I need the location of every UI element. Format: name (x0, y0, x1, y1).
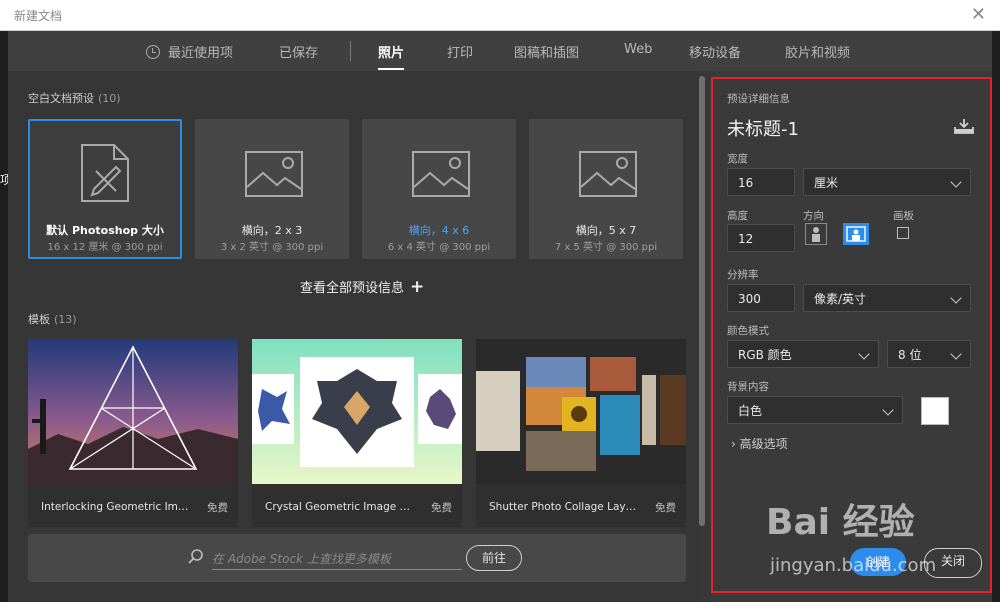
width-input[interactable]: 16 (727, 168, 795, 196)
category-tabs: 最近使用项 已保存 照片 打印 图稿和插图 Web 移动设备 胶片和视频 (8, 31, 992, 71)
image-placeholder-icon (412, 151, 470, 197)
chevron-right-icon: › (731, 437, 736, 451)
preset-name: 横向，4 x 6 (408, 224, 470, 237)
window-titlebar: 新建文档 ✕ (0, 0, 1000, 31)
create-button[interactable]: 创建 (850, 548, 906, 576)
background-contents-label: 背景内容 (727, 381, 769, 393)
preset-landscape-2x3[interactable]: 横向，2 x 3 3 x 2 英寸 @ 300 ppi (195, 119, 349, 259)
preset-name: 横向，5 x 7 (575, 224, 637, 237)
template-thumbnail (476, 339, 686, 484)
width-label: 宽度 (727, 153, 748, 165)
template-card-interlocking[interactable]: Interlocking Geometric Image M... 免费 (28, 339, 238, 527)
chevron-down-icon (858, 348, 870, 360)
unit-select-value: 厘米 (814, 176, 839, 190)
document-name-input[interactable]: 未标题-1 (727, 115, 799, 141)
tab-film-video[interactable]: 胶片和视频 (785, 42, 850, 61)
go-button[interactable]: 前往 (466, 545, 522, 571)
unit-select[interactable]: 厘米 (803, 168, 971, 196)
background-window-strip-right (992, 31, 1000, 602)
template-price: 免费 (431, 502, 452, 514)
close-icon[interactable]: ✕ (971, 4, 986, 25)
template-thumbnail (252, 339, 462, 484)
template-price: 免费 (207, 502, 228, 514)
preset-size: 6 x 4 英寸 @ 300 ppi (387, 242, 491, 253)
clock-icon (146, 45, 160, 59)
tab-web[interactable]: Web (624, 42, 652, 57)
landscape-icon (846, 226, 866, 242)
preset-name: 默认 Photoshop 大小 (46, 224, 164, 237)
preset-size: 3 x 2 英寸 @ 300 ppi (220, 242, 324, 253)
bit-depth-select[interactable]: 8 位 (887, 340, 971, 368)
tab-separator (350, 41, 351, 61)
color-mode-value: RGB 颜色 (738, 348, 792, 362)
preset-landscape-4x6[interactable]: 横向，4 x 6 6 x 4 英寸 @ 300 ppi (362, 119, 516, 259)
bit-depth-value: 8 位 (898, 348, 922, 362)
blank-presets-heading: 空白文档预设 (10) (28, 92, 121, 105)
color-mode-label: 颜色模式 (727, 325, 769, 337)
preset-landscape-5x7[interactable]: 横向，5 x 7 7 x 5 英寸 @ 300 ppi (529, 119, 683, 259)
template-card-shutter[interactable]: Shutter Photo Collage Layouts 免费 (476, 339, 686, 527)
tab-photo[interactable]: 照片 (378, 42, 405, 70)
close-button[interactable]: 关闭 (924, 548, 982, 578)
tab-print[interactable]: 打印 (447, 42, 473, 61)
new-document-dialog: 最近使用项 已保存 照片 打印 图稿和插图 Web 移动设备 胶片和视频 空白文… (8, 31, 992, 602)
adobe-stock-search-bar: 在 Adobe Stock 上查找更多模板 前往 (28, 534, 686, 582)
resolution-label: 分辨率 (727, 269, 759, 281)
background-contents-value: 白色 (738, 404, 763, 418)
template-card-crystal[interactable]: Crystal Geometric Image Masks 免费 (252, 339, 462, 527)
chevron-down-icon (950, 292, 962, 304)
chevron-down-icon (882, 404, 894, 416)
preset-details-heading: 预设详细信息 (727, 93, 790, 105)
tab-recent-label: 最近使用项 (168, 46, 234, 61)
tab-art-illustration[interactable]: 图稿和插图 (514, 42, 579, 61)
background-window-strip: 项 (0, 31, 12, 602)
templates-heading: 模板 (13) (28, 313, 77, 326)
resolution-input[interactable]: 300 (727, 284, 795, 312)
advanced-options-label: 高级选项 (739, 437, 788, 451)
template-price: 免费 (655, 502, 676, 514)
preset-default-photoshop[interactable]: 默认 Photoshop 大小 16 x 12 厘米 @ 300 ppi (28, 119, 182, 259)
height-input[interactable]: 12 (727, 224, 795, 252)
tab-saved[interactable]: 已保存 (279, 42, 318, 61)
color-mode-select[interactable]: RGB 颜色 (727, 340, 879, 368)
height-label: 高度 (727, 210, 748, 222)
document-pencil-icon (81, 144, 129, 202)
template-name: Shutter Photo Collage Layouts (489, 501, 639, 513)
orientation-label: 方向 (803, 210, 824, 222)
search-icon (188, 549, 203, 564)
view-all-presets-link[interactable]: 查看全部预设信息 + (300, 277, 424, 297)
tab-mobile[interactable]: 移动设备 (689, 42, 741, 61)
presets-pane: 空白文档预设 (10) 默认 Photoshop 大小 16 x 12 厘米 @ … (8, 71, 698, 602)
artboard-label: 画板 (893, 210, 914, 222)
stock-search-input[interactable]: 在 Adobe Stock 上查找更多模板 (212, 550, 462, 570)
presets-scrollbar[interactable] (699, 76, 705, 526)
template-name: Crystal Geometric Image Masks (265, 501, 415, 513)
resolution-unit-value: 像素/英寸 (814, 292, 867, 306)
window-title: 新建文档 (14, 9, 63, 23)
preset-name: 横向，2 x 3 (241, 224, 303, 237)
image-placeholder-icon (579, 151, 637, 197)
background-contents-select[interactable]: 白色 (727, 396, 903, 424)
artboard-checkbox[interactable] (897, 227, 909, 239)
resolution-unit-select[interactable]: 像素/英寸 (803, 284, 971, 312)
portrait-orientation-button[interactable] (805, 223, 827, 245)
background-color-swatch[interactable] (921, 397, 949, 425)
chevron-down-icon (950, 176, 962, 188)
image-placeholder-icon (245, 151, 303, 197)
save-preset-icon[interactable] (954, 118, 974, 134)
template-name: Interlocking Geometric Image M... (41, 501, 191, 513)
chevron-down-icon (950, 348, 962, 360)
advanced-options-toggle[interactable]: › 高级选项 (731, 435, 788, 452)
tab-recent[interactable]: 最近使用项 (146, 42, 233, 61)
plus-icon: + (410, 277, 425, 297)
preset-details-pane: 预设详细信息 未标题-1 宽度 16 厘米 高度 方向 画板 12 分辨率 30… (711, 71, 992, 602)
template-thumbnail (28, 339, 238, 484)
landscape-orientation-button[interactable] (843, 223, 869, 245)
preset-size: 16 x 12 厘米 @ 300 ppi (47, 242, 163, 253)
preset-size: 7 x 5 英寸 @ 300 ppi (554, 242, 658, 253)
portrait-icon (812, 227, 820, 242)
